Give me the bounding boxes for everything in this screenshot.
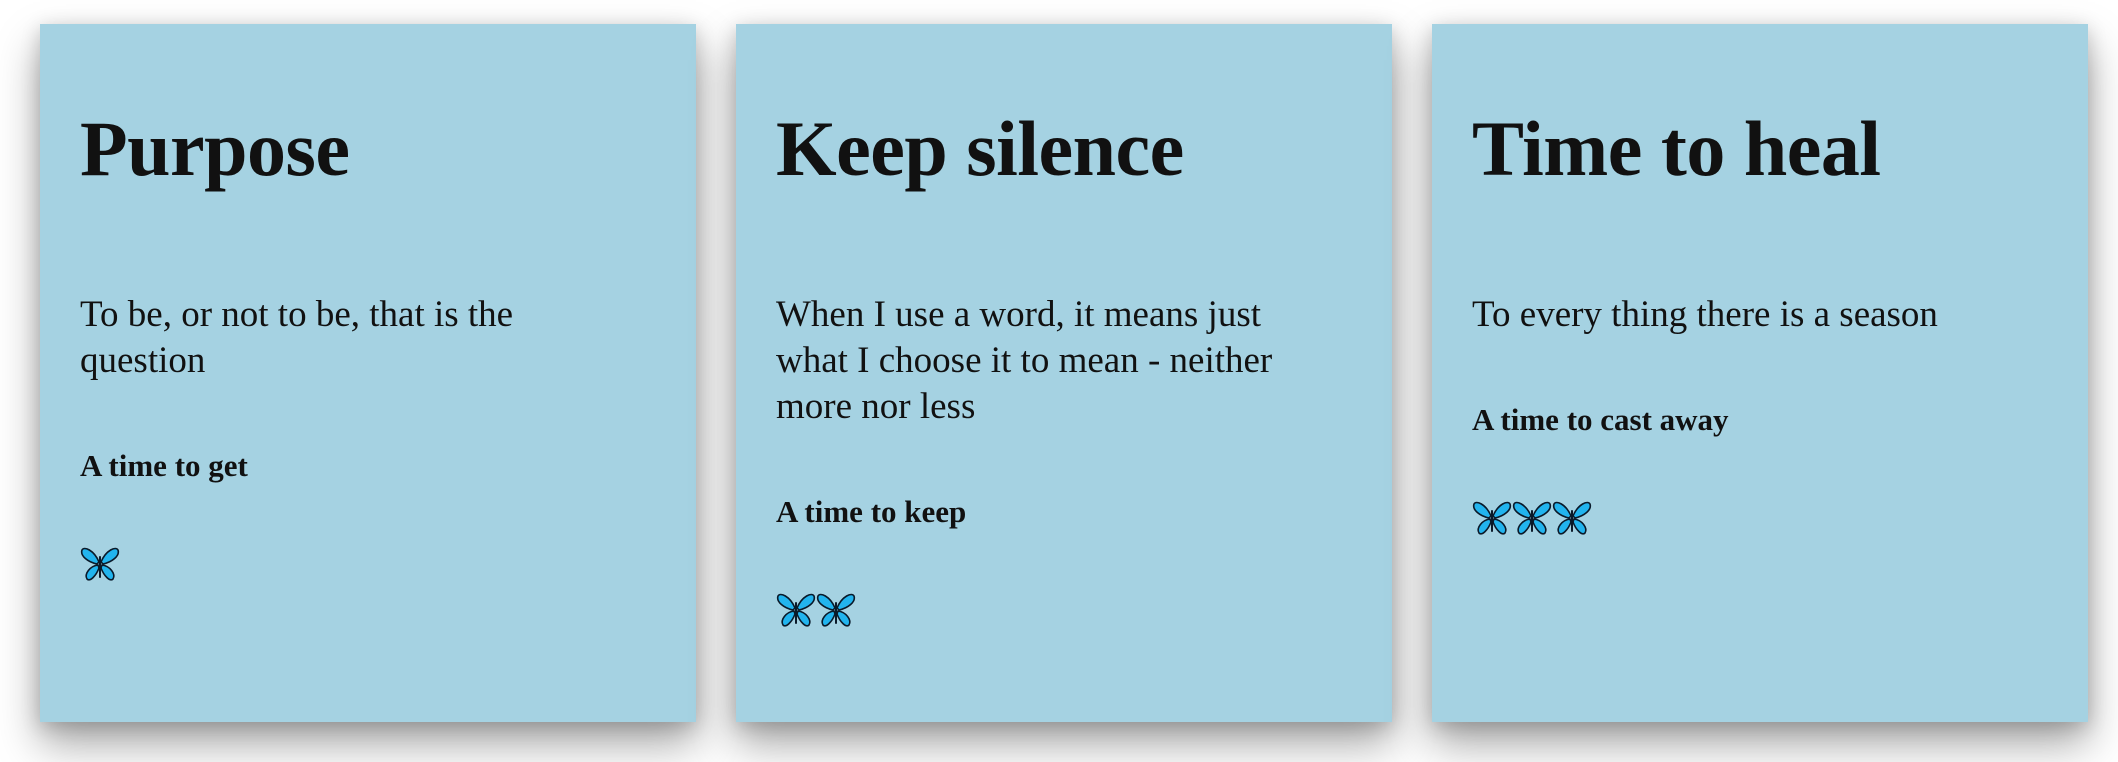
card-title: Keep silence	[776, 105, 1184, 192]
butterfly-icon	[776, 593, 816, 627]
card-subtitle: A time to keep	[776, 493, 967, 529]
card-title: Purpose	[80, 105, 350, 192]
butterfly-icon	[1472, 501, 1512, 535]
butterfly-icon	[1552, 501, 1592, 535]
card-subtitle: A time to get	[80, 447, 248, 483]
butterfly-icon	[1512, 501, 1552, 535]
card-quote: To every thing there is a season	[1472, 293, 1938, 335]
card-purpose: Purpose To be, or not to be, that is the…	[40, 24, 696, 722]
butterfly-icon	[80, 547, 120, 581]
butterfly-row	[776, 590, 1352, 630]
butterfly-icon	[816, 593, 856, 627]
card-keep-silence: Keep silence When I use a word, it means…	[736, 24, 1392, 722]
butterfly-row	[80, 544, 656, 584]
butterfly-row	[1472, 498, 2048, 538]
card-quote: When I use a word, it means just what I …	[776, 293, 1273, 427]
card-row: Purpose To be, or not to be, that is the…	[40, 24, 2088, 722]
card-quote: To be, or not to be, that is the questio…	[80, 293, 514, 381]
card-subtitle: A time to cast away	[1472, 401, 1729, 437]
card-title: Time to heal	[1472, 105, 1881, 192]
card-time-to-heal: Time to heal To every thing there is a s…	[1432, 24, 2088, 722]
